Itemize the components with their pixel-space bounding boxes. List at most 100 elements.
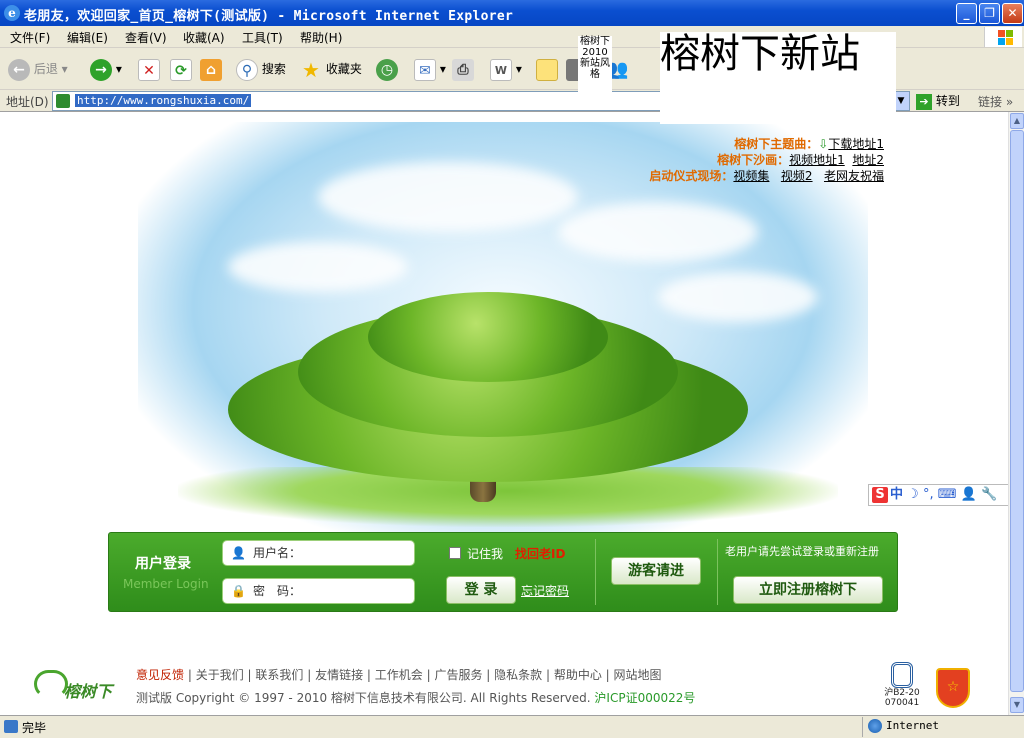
- address-url[interactable]: http://www.rongshuxia.com/: [75, 94, 252, 107]
- address-label: 地址(D): [6, 95, 49, 109]
- punctuation-icon[interactable]: °,: [923, 487, 934, 502]
- password-field[interactable]: 🔒 密 码：: [222, 578, 415, 604]
- menu-view[interactable]: 查看(V): [125, 29, 167, 46]
- back-arrow-icon: ←: [8, 58, 30, 81]
- status-bar: 完毕 Internet: [0, 715, 1024, 738]
- vertical-scrollbar[interactable]: ▲ ▼: [1008, 112, 1024, 715]
- search-button[interactable]: ⚲ 搜索: [236, 56, 286, 82]
- lock-icon: 🔒: [231, 584, 246, 598]
- links-button[interactable]: 链接 »: [978, 93, 1013, 110]
- note-icon: [536, 58, 558, 81]
- sand-video-link-1[interactable]: 视频地址1: [789, 153, 845, 167]
- username-field[interactable]: 👤 用户名：: [222, 540, 415, 566]
- refresh-button[interactable]: ⟳: [170, 56, 192, 82]
- username-placeholder: 用户名：: [253, 546, 302, 560]
- copyright-text: 测试版 Copyright © 1997 - 2010 榕树下信息技术有限公司.…: [136, 691, 591, 705]
- login-panel: 用户登录 Member Login 👤 用户名： 🔒 密 码： 记住我 找回老I…: [108, 532, 898, 612]
- register-notice: 老用户请先尝试登录或重新注册: [725, 545, 879, 558]
- mail-button[interactable]: ✉ ▾: [414, 56, 446, 82]
- sogou-icon: S: [872, 487, 888, 503]
- footer-logo: 榕树下: [34, 666, 130, 706]
- footer-logo-text: 榕树下: [64, 682, 113, 701]
- back-button[interactable]: ← 后退 ▾: [8, 56, 68, 82]
- mail-icon: ✉: [414, 58, 436, 81]
- icp-badge[interactable]: 沪B2-20070041: [884, 662, 920, 715]
- promo-label-ceremony: 启动仪式现场：: [649, 169, 734, 183]
- theme-download-link[interactable]: 下载地址1: [828, 137, 884, 151]
- ceremony-video-2-link[interactable]: 视频2: [781, 169, 813, 183]
- remember-label: 记住我: [467, 547, 504, 561]
- footer-link-contact[interactable]: 联系我们: [255, 668, 303, 682]
- history-button[interactable]: ◷: [376, 56, 398, 82]
- old-friends-wishes-link[interactable]: 老网友祝福: [824, 169, 884, 183]
- search-icon: ⚲: [236, 58, 258, 81]
- footer-link-feedback[interactable]: 意见反馈: [136, 668, 184, 682]
- menu-tools[interactable]: 工具(T): [242, 29, 283, 46]
- ceremony-video-set-link[interactable]: 视频集: [733, 169, 769, 183]
- download-arrow-icon: ⇩: [818, 137, 829, 151]
- home-button[interactable]: ⌂: [200, 56, 222, 82]
- page-done-icon: [4, 720, 18, 733]
- scroll-down-icon[interactable]: ▼: [1010, 697, 1024, 713]
- user-icon[interactable]: 👤: [961, 487, 977, 502]
- edit-button[interactable]: W ▾: [490, 56, 522, 82]
- star-icon: ★: [302, 57, 320, 82]
- menu-edit[interactable]: 编辑(E): [67, 29, 108, 46]
- windows-logo-icon: [984, 27, 1022, 47]
- edit-doc-icon: W: [490, 58, 512, 81]
- close-button[interactable]: ✕: [1002, 3, 1023, 24]
- favorites-button[interactable]: ★ 收藏夹: [300, 56, 362, 82]
- login-button[interactable]: 登 录: [446, 576, 516, 604]
- login-subtitle: Member Login: [123, 577, 209, 591]
- window-title: 老朋友，欢迎回家_首页_榕树下(测试版) - Microsoft Interne…: [24, 9, 514, 24]
- print-button[interactable]: ⎙: [452, 56, 474, 82]
- footer-link-privacy[interactable]: 隐私条款: [494, 668, 542, 682]
- footer-link-help[interactable]: 帮助中心: [554, 668, 602, 682]
- page-content: 榕树下主题曲：⇩下载地址1 榕树下沙画：视频地址1 地址2 启动仪式现场：视频集…: [0, 112, 1008, 715]
- menu-favorites[interactable]: 收藏(A): [183, 29, 225, 46]
- footer-link-ads[interactable]: 广告服务: [434, 668, 482, 682]
- register-button[interactable]: 立即注册榕树下: [733, 576, 883, 604]
- wrench-icon[interactable]: 🔧: [981, 487, 997, 502]
- minimize-button[interactable]: _: [956, 3, 977, 24]
- icp-link[interactable]: 沪ICP证000022号: [594, 691, 695, 705]
- guest-button[interactable]: 游客请进: [611, 557, 701, 585]
- menu-help[interactable]: 帮助(H): [300, 29, 342, 46]
- moon-icon[interactable]: ☽: [907, 487, 919, 502]
- keyboard-icon[interactable]: ⌨: [938, 487, 957, 502]
- sand-video-link-2[interactable]: 地址2: [852, 153, 884, 167]
- home-icon: ⌂: [200, 58, 222, 81]
- menu-file[interactable]: 文件(F): [10, 29, 50, 46]
- promo-label-sand: 榕树下沙画：: [717, 153, 790, 167]
- go-arrow-icon: ➔: [916, 93, 932, 110]
- promo-label-theme: 榕树下主题曲：: [734, 137, 819, 151]
- footer-link-sitemap[interactable]: 网站地图: [614, 668, 662, 682]
- police-shield-icon[interactable]: ☆: [936, 668, 970, 708]
- go-button[interactable]: ➔ 转到: [916, 92, 960, 110]
- recover-id-link[interactable]: 找回老ID: [515, 545, 565, 562]
- discuss-button[interactable]: [536, 56, 558, 82]
- footer-link-about[interactable]: 关于我们: [196, 668, 244, 682]
- footer-link-jobs[interactable]: 工作机会: [375, 668, 423, 682]
- footer-link-friends[interactable]: 友情链接: [315, 668, 363, 682]
- forgot-password-link[interactable]: 忘记密码: [521, 582, 569, 599]
- user-icon: 👤: [231, 546, 246, 560]
- maximize-button[interactable]: ❐: [979, 3, 1000, 24]
- ime-chinese-mode[interactable]: 中: [890, 487, 903, 502]
- remember-checkbox[interactable]: [449, 547, 461, 559]
- forward-arrow-icon: →: [90, 58, 112, 81]
- scroll-up-icon[interactable]: ▲: [1010, 113, 1024, 129]
- forward-button[interactable]: → ▾: [90, 56, 122, 82]
- security-zone: Internet: [886, 719, 939, 732]
- refresh-icon: ⟳: [170, 58, 192, 81]
- status-text: 完毕: [22, 721, 47, 735]
- login-title: 用户登录: [135, 556, 191, 572]
- ime-toolbar[interactable]: S中 ☽ °, ⌨ 👤 🔧: [868, 484, 1008, 506]
- password-placeholder: 密 码：: [253, 584, 302, 598]
- page-icon: [56, 94, 70, 108]
- stop-button[interactable]: ✕: [138, 56, 160, 82]
- icp-badge-text: 沪B2-20070041: [884, 688, 920, 708]
- history-icon: ◷: [376, 58, 398, 81]
- footer-links: 意见反馈 | 关于我们 | 联系我们 | 友情链接 | 工作机会 | 广告服务 …: [136, 668, 662, 682]
- scroll-thumb[interactable]: [1010, 130, 1024, 692]
